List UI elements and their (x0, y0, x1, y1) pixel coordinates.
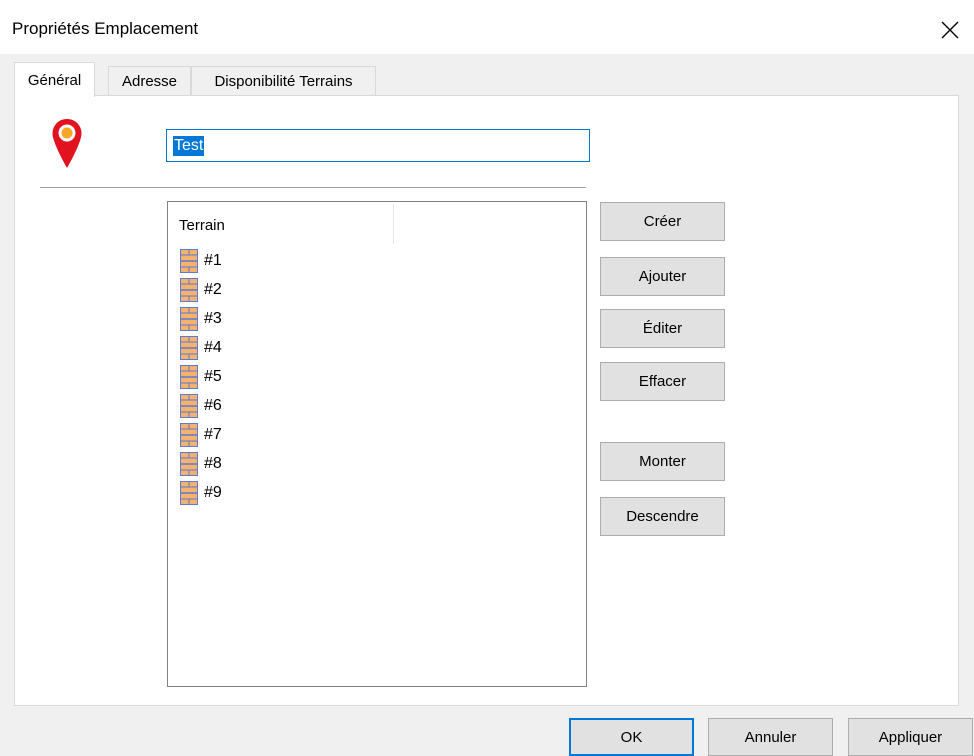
court-icon (180, 422, 198, 447)
map-pin-icon (51, 118, 83, 174)
list-item[interactable]: #4 (180, 333, 222, 362)
list-item-label: #7 (204, 425, 222, 443)
court-icon (180, 480, 198, 505)
tab-adresse-label: Adresse (121, 73, 178, 90)
list-item[interactable]: #2 (180, 275, 222, 304)
court-icon (180, 306, 198, 331)
column-header-terrain[interactable]: Terrain (179, 217, 225, 234)
court-icon (180, 335, 198, 360)
terrain-rows: #1 #2 #3 #4 #5 #6 #7 #8 #9 (180, 246, 222, 507)
list-item[interactable]: #7 (180, 420, 222, 449)
add-button[interactable]: Ajouter (600, 257, 725, 296)
apply-button[interactable]: Appliquer (848, 718, 973, 756)
delete-button[interactable]: Effacer (600, 362, 725, 401)
list-item-label: #9 (204, 483, 222, 501)
ok-button[interactable]: OK (569, 718, 694, 756)
tab-general-label: Général (27, 71, 82, 89)
list-item-label: #2 (204, 280, 222, 298)
court-icon (180, 364, 198, 389)
terrain-list[interactable]: Terrain #1 #2 #3 #4 #5 #6 #7 #8 #9 (167, 201, 587, 687)
list-item-label: #5 (204, 367, 222, 385)
court-icon (180, 277, 198, 302)
divider (40, 187, 586, 189)
location-name-value: Test (173, 135, 205, 156)
title-bar: Propriétés Emplacement (0, 0, 974, 54)
list-item[interactable]: #3 (180, 304, 222, 333)
cancel-button[interactable]: Annuler (708, 718, 833, 756)
list-item[interactable]: #8 (180, 449, 222, 478)
list-item[interactable]: #9 (180, 478, 222, 507)
move-up-button[interactable]: Monter (600, 442, 725, 481)
window-title: Propriétés Emplacement (12, 19, 199, 38)
list-item[interactable]: #6 (180, 391, 222, 420)
list-header: Terrain (168, 202, 586, 244)
tab-general[interactable]: Général (14, 62, 95, 97)
tab-disponibilite-terrains-label: Disponibilité Terrains (214, 73, 353, 90)
list-item-label: #8 (204, 454, 222, 472)
court-icon (180, 451, 198, 476)
close-button[interactable] (926, 10, 974, 50)
move-down-button[interactable]: Descendre (600, 497, 725, 536)
edit-button[interactable]: Éditer (600, 309, 725, 348)
list-item[interactable]: #5 (180, 362, 222, 391)
list-item-label: #6 (204, 396, 222, 414)
general-tab-panel: Test Terrain #1 #2 #3 #4 #5 #6 #7 #8 #9 Créer Aj… (14, 95, 959, 706)
close-icon (941, 21, 959, 39)
create-button[interactable]: Créer (600, 202, 725, 241)
tab-disponibilite-terrains[interactable]: Disponibilité Terrains (191, 66, 376, 96)
list-item[interactable]: #1 (180, 246, 222, 275)
column-separator[interactable] (393, 204, 394, 244)
court-icon (180, 248, 198, 273)
court-icon (180, 393, 198, 418)
list-item-label: #4 (204, 338, 222, 356)
list-item-label: #3 (204, 309, 222, 327)
location-name-input[interactable]: Test (166, 129, 590, 162)
list-item-label: #1 (204, 251, 222, 269)
tab-adresse[interactable]: Adresse (108, 66, 191, 96)
